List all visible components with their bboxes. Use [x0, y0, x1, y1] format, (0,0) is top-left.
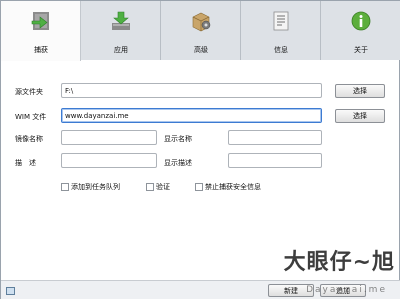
- checkbox-box[interactable]: [61, 183, 69, 191]
- watermark-sub: Dayanzai.me: [306, 285, 387, 295]
- source-folder-input[interactable]: [61, 83, 322, 98]
- checkbox-box[interactable]: [195, 183, 203, 191]
- tab-label: 高级: [194, 46, 208, 54]
- image-name-label: 镜像名称: [15, 135, 43, 143]
- display-description-label: 显示描述: [164, 159, 192, 167]
- about-info-icon: [351, 11, 371, 31]
- display-description-input[interactable]: [228, 153, 322, 168]
- app-window: 捕获 应用 高级 信息 关于 源文件夹 F:\ 选择 WIM 文件 www.da…: [0, 0, 400, 299]
- tab-strip: 捕获 应用 高级 信息 关于: [1, 1, 400, 61]
- checkbox-box[interactable]: [146, 183, 154, 191]
- queue-checkbox[interactable]: 添加到任务队列: [61, 182, 120, 192]
- watermark: 大眼仔~旭: [283, 250, 395, 275]
- wim-file-input[interactable]: [61, 108, 322, 123]
- wim-file-label: WIM 文件: [15, 113, 47, 121]
- image-name-input[interactable]: [61, 130, 157, 145]
- advanced-package-icon: [192, 12, 211, 32]
- tab-info[interactable]: 信息: [241, 1, 321, 60]
- tab-apply[interactable]: 应用: [81, 1, 161, 60]
- description-input[interactable]: [61, 153, 157, 168]
- tab-about[interactable]: 关于: [321, 1, 400, 60]
- source-folder-label: 源文件夹: [15, 88, 43, 96]
- tab-label: 捕获: [34, 46, 48, 54]
- tab-label: 关于: [354, 46, 368, 54]
- queue-checkbox-label: 添加到任务队列: [71, 183, 120, 191]
- tab-advanced[interactable]: 高级: [161, 1, 241, 60]
- display-name-label: 显示名称: [164, 135, 192, 143]
- tab-capture[interactable]: 捕获: [1, 1, 81, 61]
- verify-checkbox[interactable]: 验证: [146, 182, 170, 192]
- log-window-icon[interactable]: [6, 287, 15, 295]
- apply-download-icon: [112, 11, 130, 30]
- tab-label: 应用: [114, 46, 128, 54]
- source-select-button[interactable]: 选择: [335, 84, 385, 98]
- info-document-icon: [273, 11, 289, 31]
- capture-icon: [31, 12, 49, 30]
- wim-select-button[interactable]: 选择: [335, 109, 385, 123]
- description-label: 描 述: [15, 159, 36, 167]
- verify-checkbox-label: 验证: [156, 183, 170, 191]
- disable-security-checkbox[interactable]: 禁止捕获安全信息: [195, 182, 261, 192]
- tab-label: 信息: [274, 46, 288, 54]
- disable-security-checkbox-label: 禁止捕获安全信息: [205, 183, 261, 191]
- display-name-input[interactable]: [228, 130, 322, 145]
